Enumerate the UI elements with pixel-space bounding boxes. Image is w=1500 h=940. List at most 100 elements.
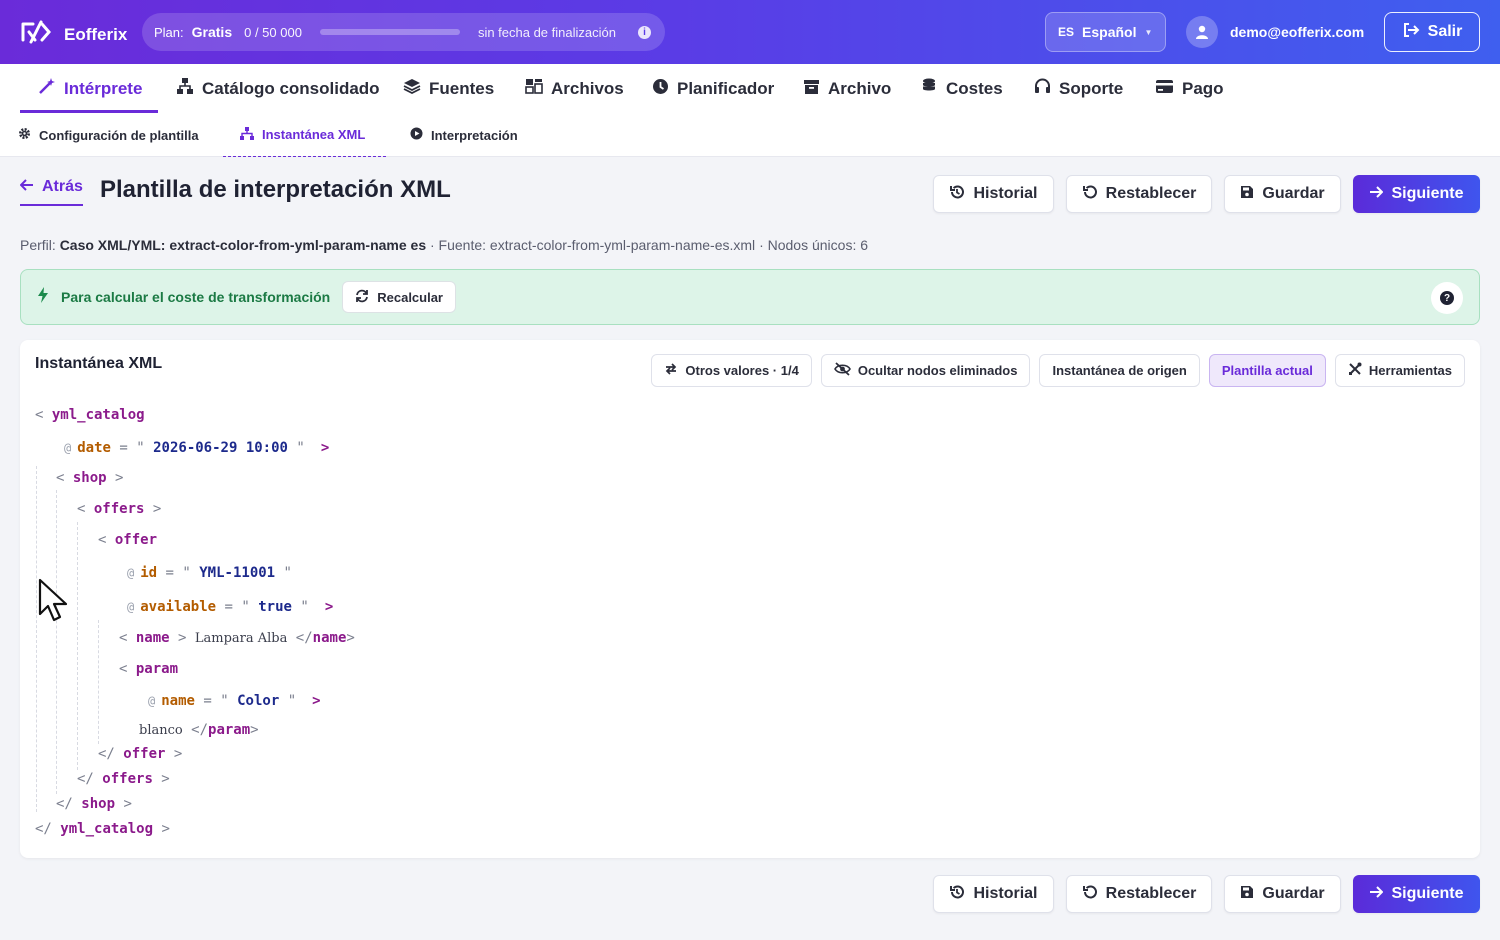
magic-wand-icon [38, 77, 56, 100]
reset-label: Restablecer [1105, 185, 1197, 202]
xml-node-param-open[interactable]: < param [119, 661, 178, 677]
floppy-icon [1240, 185, 1254, 204]
xml-attribute[interactable]: @ id = " YML-11001 " [127, 565, 292, 581]
floppy-icon [1240, 885, 1254, 904]
xml-attr-name: date [77, 440, 111, 456]
history-button[interactable]: Historial [933, 175, 1054, 213]
logo-icon [20, 18, 52, 51]
tab-configuracion-plantilla[interactable]: Configuración de plantilla [18, 113, 199, 157]
back-link[interactable]: Atrás [19, 178, 83, 206]
tab-interpretacion[interactable]: Interpretación [410, 113, 518, 157]
tab-archivo[interactable]: Archivo [803, 64, 891, 113]
tab-label: Intérprete [64, 78, 143, 98]
xml-attr-value: Color [237, 693, 280, 709]
user-menu[interactable]: demo@eofferix.com [1186, 16, 1364, 48]
subtab-label: Configuración de plantilla [39, 127, 199, 143]
reset-button[interactable]: Restablecer [1066, 175, 1212, 213]
question-icon: ? [1440, 291, 1454, 305]
top-bar: Eofferix Plan: Gratis 0 / 50 000 sin fec… [0, 0, 1500, 64]
profile-label: Perfil: [20, 237, 56, 253]
plan-progress-bar [319, 29, 460, 35]
cost-alert: Para calcular el coste de transformación… [20, 269, 1480, 325]
xml-tag-name: offers [102, 771, 153, 787]
tab-planificador[interactable]: Planificador [652, 64, 774, 113]
xml-tag-name: shop [72, 470, 107, 486]
next-button[interactable]: Siguiente [1353, 875, 1480, 913]
at-icon: @ [148, 694, 156, 708]
next-button[interactable]: Siguiente [1353, 175, 1480, 213]
xml-attribute[interactable]: @ available = " true " > [127, 599, 333, 615]
xml-text-value: blanco [139, 723, 183, 738]
language-selector[interactable]: ES Español ▼ [1045, 12, 1166, 52]
refresh-icon [355, 289, 369, 306]
plan-label: Plan: [154, 24, 184, 40]
tab-label: Fuentes [429, 78, 495, 98]
xml-attr-name: name [161, 693, 195, 709]
undo-icon [1082, 184, 1098, 205]
history-icon [949, 184, 965, 205]
tab-fuentes[interactable]: Fuentes [403, 64, 494, 113]
tab-archivos[interactable]: Archivos [525, 64, 624, 113]
brand[interactable]: Eofferix [20, 18, 127, 51]
credit-card-icon [1155, 79, 1174, 99]
sitemap-icon [176, 77, 194, 100]
mouse-cursor-icon [38, 578, 74, 631]
user-avatar-icon [1186, 16, 1218, 48]
xml-attr-value: YML-11001 [199, 565, 276, 581]
bottom-actions: Historial Restablecer Guardar Siguiente [933, 875, 1480, 913]
recalculate-button[interactable]: Recalcular [342, 281, 456, 313]
at-icon: @ [127, 566, 135, 580]
tab-soporte[interactable]: Soporte [1034, 64, 1123, 113]
xml-node-shop-close[interactable]: </ shop > [56, 796, 132, 812]
help-button[interactable]: ? [1431, 282, 1463, 314]
profile-source: · Fuente: extract-color-from-yml-param-n… [430, 237, 756, 253]
clock-icon [652, 78, 669, 100]
gear-icon [18, 127, 31, 143]
history-button[interactable]: Historial [933, 875, 1054, 913]
xml-tag-name: param [208, 722, 251, 738]
tab-label: Pago [1182, 78, 1224, 98]
back-label: Atrás [42, 178, 83, 195]
subtab-label: Interpretación [431, 127, 518, 143]
sign-out-icon [1402, 22, 1420, 43]
info-icon[interactable]: i [637, 25, 651, 39]
xml-node-offers-open[interactable]: < offers > [77, 501, 161, 517]
history-label: Historial [973, 185, 1038, 202]
tab-costes[interactable]: Costes [920, 64, 1003, 113]
xml-attribute[interactable]: @ date = " 2026-06-29 10:00 " > [64, 440, 329, 456]
next-label: Siguiente [1391, 885, 1464, 902]
save-button[interactable]: Guardar [1224, 175, 1341, 213]
save-label: Guardar [1262, 885, 1325, 902]
reset-button[interactable]: Restablecer [1066, 875, 1212, 913]
xml-node-root-close[interactable]: </ yml_catalog > [35, 821, 170, 837]
bolt-icon [37, 286, 49, 308]
xml-tag-name: param [135, 661, 179, 677]
tab-label: Costes [946, 78, 1003, 98]
archive-icon [803, 78, 820, 100]
app-name: Eofferix [64, 24, 128, 44]
tab-interprete[interactable]: Intérprete [20, 64, 158, 113]
save-button[interactable]: Guardar [1224, 875, 1341, 913]
language-code: ES [1058, 25, 1075, 39]
indent-guide [36, 466, 37, 812]
xml-node-shop-open[interactable]: < shop > [56, 470, 123, 486]
tab-instantanea-xml[interactable]: Instantánea XML [223, 113, 386, 157]
xml-node-root-open[interactable]: < yml_catalog [35, 407, 145, 423]
at-icon: @ [64, 441, 72, 455]
profile-name: Caso XML/YML: extract-color-from-yml-par… [59, 237, 427, 253]
tab-label: Planificador [677, 78, 775, 98]
plan-usage: 0 / 50 000 [244, 24, 302, 40]
xml-node-offer-close[interactable]: </ offer > [98, 746, 182, 762]
xml-tag-name: yml_catalog [60, 821, 154, 837]
tab-catalogo-consolidado[interactable]: Catálogo consolidado [176, 64, 380, 113]
xml-node-offer-open[interactable]: < offer [98, 532, 157, 548]
xml-node-param-text[interactable]: blanco </param > [139, 722, 259, 738]
table-icon [525, 77, 543, 100]
arrow-right-icon [1369, 885, 1384, 903]
xml-attr-name: id [140, 565, 158, 581]
logout-button[interactable]: Salir [1384, 12, 1480, 52]
tab-pago[interactable]: Pago [1155, 64, 1224, 113]
xml-node-offers-close[interactable]: </ offers > [77, 771, 170, 787]
xml-node-name[interactable]: < name > Lampara Alba </name > [119, 630, 355, 646]
xml-attribute[interactable]: @ name = " Color " > [148, 693, 321, 709]
